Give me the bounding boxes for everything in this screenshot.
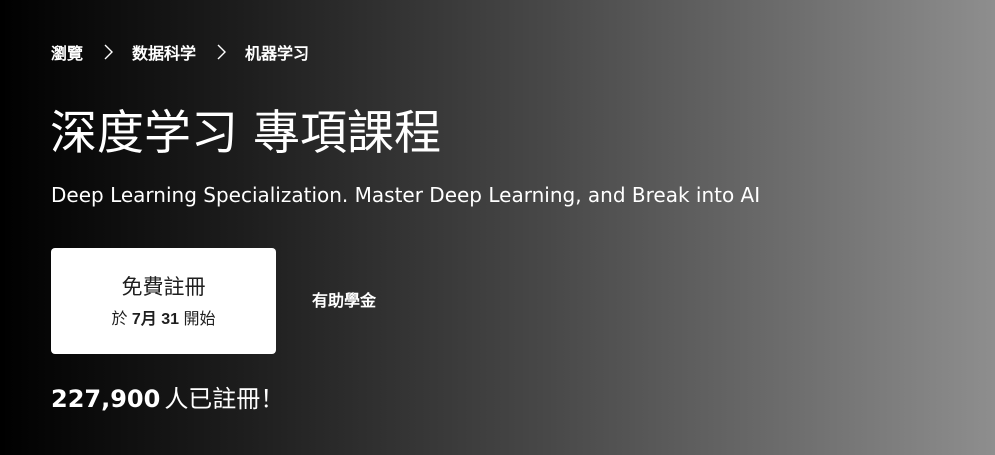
enroll-date-day: 31: [161, 310, 180, 328]
enroll-start-date: 於 7月 31 開始: [111, 308, 215, 331]
financial-aid-link[interactable]: 有助學金: [312, 290, 376, 312]
chevron-right-icon: [98, 42, 118, 62]
enrollment-count-label: 人已註冊！: [164, 385, 285, 413]
enroll-button-label: 免費註冊: [121, 274, 206, 299]
course-subtitle: Deep Learning Specialization. Master Dee…: [51, 183, 761, 207]
enroll-date-suffix: 開始: [183, 308, 216, 328]
page-title: 深度学习 專項課程: [50, 106, 441, 161]
breadcrumb-item-machine-learning[interactable]: 机器学习: [245, 40, 309, 64]
chevron-right-icon: [211, 42, 231, 62]
enrollment-count: 227,900 人已註冊！: [51, 382, 284, 416]
breadcrumb-item-browse[interactable]: 瀏覽: [51, 40, 83, 64]
enroll-button[interactable]: 免費註冊 於 7月 31 開始: [51, 248, 276, 354]
breadcrumb: 瀏覽 数据科学 机器学习: [51, 40, 309, 64]
enrollment-count-number: 227,900: [51, 385, 161, 413]
enroll-date-month: 7月: [131, 310, 157, 328]
enroll-date-prefix: 於: [111, 308, 128, 328]
breadcrumb-item-data-science[interactable]: 数据科学: [132, 40, 196, 64]
course-hero-banner: 瀏覽 数据科学 机器学习 深度学习 專項課程 Deep Learning Spe…: [0, 0, 995, 455]
